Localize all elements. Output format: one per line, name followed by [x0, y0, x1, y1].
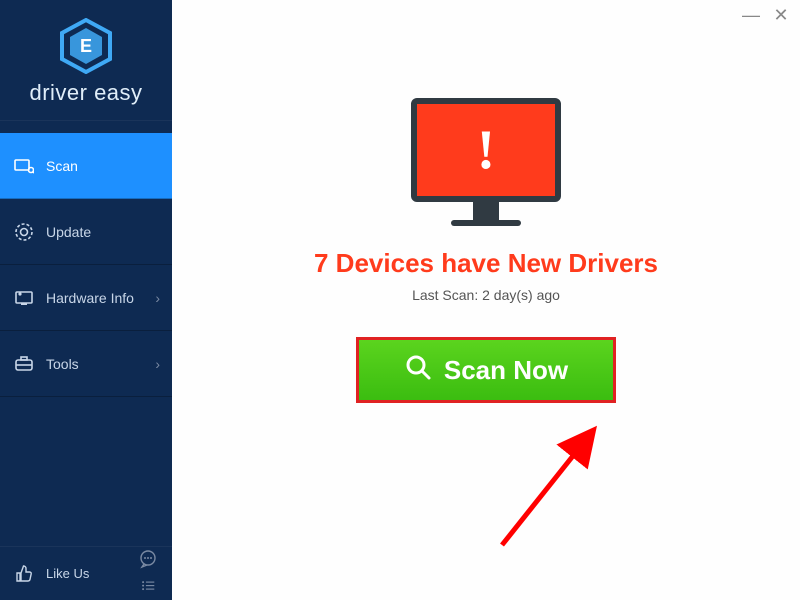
nav-update[interactable]: Update	[0, 199, 172, 265]
tools-icon	[14, 354, 34, 374]
exclamation-icon: !	[477, 118, 496, 182]
search-icon	[404, 353, 432, 388]
logo-text: driver easy	[0, 80, 172, 106]
nav-label: Scan	[46, 158, 78, 174]
nav-tools[interactable]: Tools ›	[0, 331, 172, 397]
thumbs-up-icon	[14, 564, 34, 584]
menu-icon[interactable]	[138, 580, 158, 599]
bottom-icons	[138, 549, 158, 599]
nav: Scan Update Hardware Info › Tools ›	[0, 133, 172, 546]
nav-label: Update	[46, 224, 91, 240]
scan-button-label: Scan Now	[444, 355, 568, 386]
sidebar: E driver easy Scan Update Hardware Info …	[0, 0, 172, 600]
close-button[interactable]: ✕	[772, 6, 790, 24]
logo-icon: E	[58, 18, 114, 74]
nav-scan[interactable]: Scan	[0, 133, 172, 199]
main-panel: — ✕ ! 7 Devices have New Drivers Last Sc…	[172, 0, 800, 600]
chevron-right-icon: ›	[155, 356, 160, 372]
hardware-icon	[14, 288, 34, 308]
chevron-right-icon: ›	[155, 290, 160, 306]
feedback-icon[interactable]	[138, 549, 158, 574]
like-label: Like Us	[46, 566, 89, 581]
logo-area: E driver easy	[0, 0, 172, 121]
nav-hardware[interactable]: Hardware Info ›	[0, 265, 172, 331]
scan-icon	[14, 156, 34, 176]
nav-label: Tools	[46, 356, 79, 372]
svg-text:E: E	[80, 36, 92, 56]
scan-now-button[interactable]: Scan Now	[356, 337, 616, 403]
annotation-arrow	[482, 420, 642, 560]
update-icon	[14, 222, 34, 242]
like-us[interactable]: Like Us	[0, 546, 172, 600]
minimize-button[interactable]: —	[742, 6, 760, 24]
nav-label: Hardware Info	[46, 290, 134, 306]
monitor-warning-icon: !	[411, 98, 561, 226]
window-controls: — ✕	[742, 6, 790, 24]
last-scan-text: Last Scan: 2 day(s) ago	[412, 287, 560, 303]
headline: 7 Devices have New Drivers	[314, 248, 658, 279]
